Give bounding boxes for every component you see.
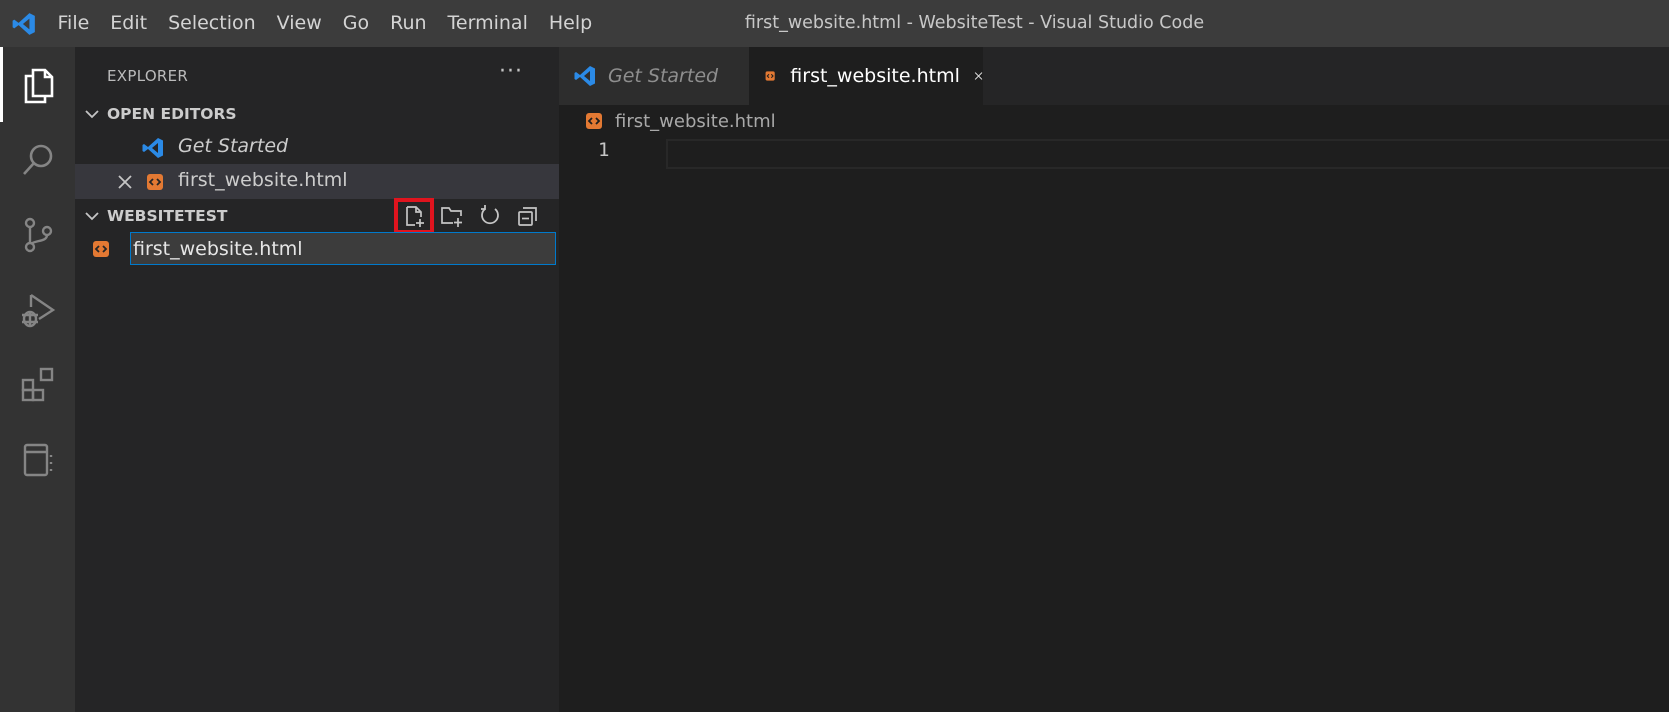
new-file-row [75,232,559,267]
editor-tabs: Get Started first_website.html [559,47,1669,105]
search-icon[interactable] [0,122,75,197]
close-icon[interactable] [117,174,133,190]
html-file-icon [147,174,163,190]
breadcrumb: first_website.html [585,106,776,136]
new-file-icon [406,206,424,227]
more-actions-icon[interactable]: ··· [499,59,523,84]
html-file-icon [765,71,775,81]
new-file-button[interactable] [394,198,434,234]
menu-view[interactable]: View [266,0,332,47]
activity-bar [0,47,75,712]
menu-edit[interactable]: Edit [100,0,158,47]
source-control-icon[interactable] [0,197,75,272]
explorer-sidebar: EXPLORER ··· OPEN EDITORS Get Started fi… [75,47,559,712]
open-editor-item[interactable]: Get Started [75,130,559,165]
tab-label: first_website.html [790,65,960,87]
window-title: first_website.html - WebsiteTest - Visua… [744,13,1205,33]
workspace-header[interactable]: WEBSITETEST [75,198,559,234]
tab-first-website[interactable]: first_website.html [749,47,983,105]
menu-file[interactable]: File [47,0,100,47]
extensions-icon[interactable] [0,347,75,422]
open-editor-label: Get Started [178,135,289,157]
vscode-tab-icon [574,66,595,86]
explorer-icon[interactable] [0,47,75,122]
collapse-all-button[interactable] [509,199,547,233]
html-file-icon [586,113,602,129]
open-editor-label: first_website.html [178,169,348,191]
tab-get-started[interactable]: Get Started [559,47,749,105]
tab-label: Get Started [608,65,719,87]
open-editors-header[interactable]: OPEN EDITORS [75,97,559,131]
chevron-down-icon [85,212,99,221]
workspace-actions [394,198,547,234]
editor-area[interactable] [559,105,1669,712]
line-number: 1 [598,139,610,161]
notebook-icon[interactable] [0,422,75,497]
workspace-label: WEBSITETEST [107,207,228,225]
menu-go[interactable]: Go [332,0,379,47]
vscode-logo-icon [0,0,47,47]
title-bar: File Edit Selection View Go Run Terminal… [0,0,1669,47]
refresh-button[interactable] [471,199,509,233]
current-line-highlight[interactable] [666,139,1669,169]
refresh-icon [481,205,499,225]
menu-run[interactable]: Run [380,0,437,47]
open-editor-item[interactable]: first_website.html [75,164,559,199]
open-editors-label: OPEN EDITORS [107,105,237,123]
new-file-name-input[interactable] [130,232,556,265]
new-folder-button[interactable] [433,199,471,233]
close-icon[interactable] [974,68,983,84]
menu-bar: File Edit Selection View Go Run Terminal… [47,0,603,47]
sidebar-title: EXPLORER [107,67,189,85]
vscode-file-icon [142,138,163,158]
html-file-icon [93,241,109,257]
menu-help[interactable]: Help [538,0,602,47]
run-debug-icon[interactable] [0,272,75,347]
chevron-down-icon [85,110,99,119]
menu-selection[interactable]: Selection [158,0,267,47]
collapse-all-icon [518,207,537,226]
new-folder-icon [441,207,462,227]
breadcrumb-file[interactable]: first_website.html [615,111,776,132]
menu-terminal[interactable]: Terminal [437,0,538,47]
